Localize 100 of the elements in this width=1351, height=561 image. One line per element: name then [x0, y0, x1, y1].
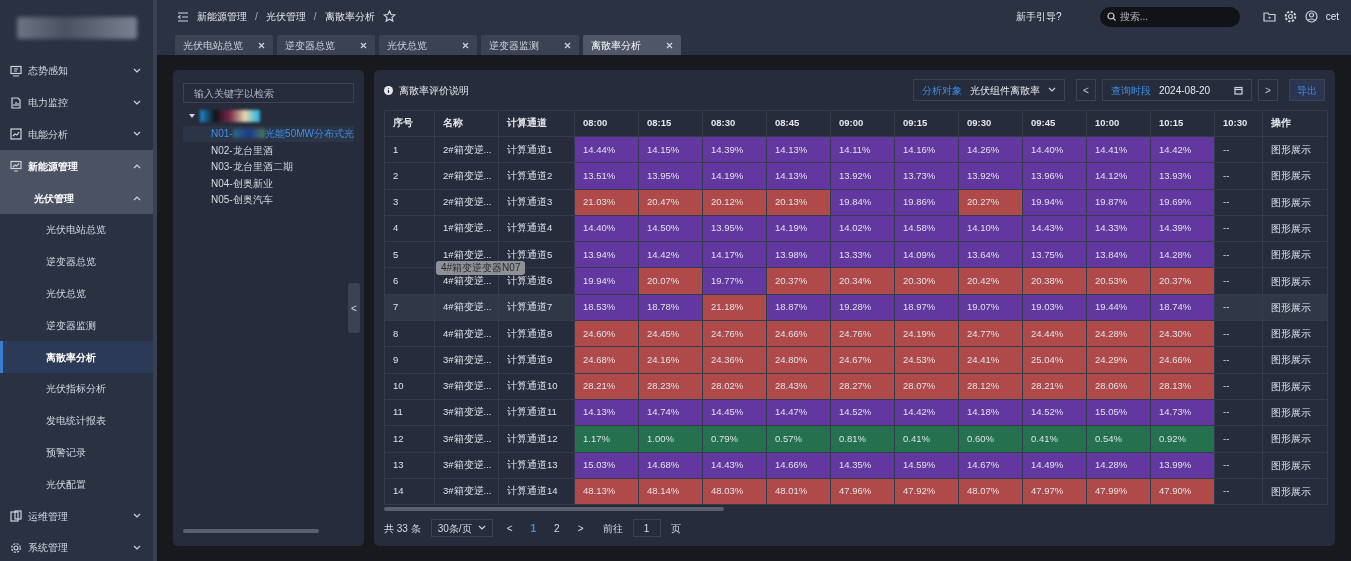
table-cell: 3 — [384, 189, 435, 216]
table-cell: 14.52% — [830, 399, 895, 426]
tree-node[interactable]: N05-创奥汽车 — [183, 191, 354, 208]
table-cell: 48.01% — [766, 478, 831, 505]
menu-icon[interactable] — [177, 11, 189, 22]
next-button[interactable]: > — [1258, 79, 1278, 101]
table-cell: 14.16% — [894, 136, 959, 163]
sidebar-item[interactable]: 新能源管理 — [0, 150, 153, 183]
page-size-select[interactable]: 30条/页 — [430, 519, 493, 538]
close-icon[interactable] — [666, 41, 673, 49]
table-cell: 18.74% — [1150, 294, 1215, 321]
collapse-handle[interactable]: < — [348, 283, 360, 333]
table-cell: 47.92% — [894, 478, 959, 505]
chevron-up-icon — [133, 195, 141, 202]
scrollbar[interactable] — [384, 507, 724, 512]
sidebar-item[interactable]: 系统管理 — [0, 531, 153, 561]
guide-link[interactable]: 新手引导? — [1016, 9, 1062, 24]
date-field[interactable]: 查询时段 2024-08-20 — [1102, 79, 1252, 101]
column-header: 操作 — [1262, 110, 1328, 137]
table-cell: 28.06% — [1086, 373, 1151, 400]
table-cell: 48.07% — [958, 478, 1023, 505]
sidebar-item[interactable]: 态势感知 — [0, 55, 153, 87]
next-page-button[interactable]: > — [573, 520, 588, 536]
tree-node[interactable]: N04-创奥新业 — [183, 175, 354, 192]
table-cell: 14.11% — [830, 136, 895, 163]
chevron-down-icon — [1048, 87, 1056, 93]
tree-node[interactable]: N01- 光能50MW分布式光 — [183, 125, 354, 142]
table-cell: 18.78% — [638, 294, 703, 321]
close-icon[interactable] — [462, 41, 469, 49]
page-input[interactable]: 1 — [632, 519, 661, 538]
tab[interactable]: 光伏总览 — [379, 35, 477, 55]
table-cell: 12 — [384, 425, 435, 453]
table-cell: -- — [1214, 399, 1263, 426]
table-cell: 3#箱变逆... — [434, 425, 499, 453]
export-button[interactable]: 导出 — [1289, 79, 1325, 101]
sidebar-item[interactable]: 运维管理 — [0, 500, 153, 532]
search-field[interactable]: 搜索... — [1099, 6, 1240, 27]
tree-node[interactable]: N02-龙台里酒 — [183, 142, 354, 159]
table-cell: -- — [1214, 425, 1263, 453]
close-icon[interactable] — [564, 41, 571, 49]
table-cell: 28.12% — [958, 373, 1023, 400]
table-cell: 2#箱变逆... — [434, 136, 499, 163]
table-cell: 计算通道4 — [498, 215, 575, 242]
star-icon[interactable] — [382, 10, 396, 23]
info-link[interactable]: 离散率评价说明 — [399, 82, 469, 98]
user-name: cet — [1325, 10, 1339, 24]
document-chart-icon — [10, 96, 22, 109]
table-cell: 14.40% — [1022, 136, 1087, 163]
table-cell: 21.18% — [702, 294, 767, 321]
tab[interactable]: 逆变器监测 — [481, 35, 579, 55]
table-cell: 计算通道3 — [498, 189, 575, 216]
table-cell: 19.07% — [958, 294, 1023, 321]
previous-page-button[interactable]: < — [502, 520, 517, 536]
user-icon[interactable] — [1304, 10, 1318, 23]
table-cell: 13.95% — [702, 215, 767, 242]
sidebar-item[interactable]: 电力监控 — [0, 86, 153, 119]
previous-button[interactable]: < — [1076, 79, 1096, 101]
settings-icon[interactable] — [1283, 10, 1297, 23]
table-cell: 2 — [384, 162, 435, 190]
close-icon[interactable] — [360, 41, 367, 49]
table-cell: 28.13% — [1150, 373, 1215, 400]
sidebar-item[interactable]: 离散率分析 — [0, 341, 153, 373]
table-cell: -- — [1214, 241, 1263, 268]
table-cell: 24.44% — [1022, 320, 1087, 347]
tab[interactable]: 离散率分析 — [583, 35, 681, 55]
page-button[interactable]: 2 — [550, 520, 564, 536]
table-cell: 14.45% — [702, 399, 767, 426]
table-cell: 3#箱变逆... — [434, 478, 499, 505]
table-cell: 24.28% — [1086, 320, 1151, 347]
sidebar-item[interactable]: 光伏管理 — [0, 182, 153, 214]
caret-down-icon[interactable] — [189, 112, 195, 119]
breadcrumb-item[interactable]: 光伏管理 — [265, 9, 306, 24]
column-header: 计算通道 — [498, 110, 575, 137]
table-cell: -- — [1214, 346, 1263, 374]
sidebar-item[interactable]: 电能分析 — [0, 118, 153, 151]
folder-icon[interactable] — [1262, 11, 1276, 22]
select-field[interactable]: 分析对象 光伏组件离散率 — [913, 79, 1065, 101]
tree-node[interactable]: N03-龙台里酒二期 — [183, 158, 354, 175]
close-icon[interactable] — [258, 41, 265, 49]
table-cell: 14.43% — [1022, 215, 1087, 242]
total-count: 共 33 条 — [384, 521, 421, 536]
table-cell: 14.67% — [958, 452, 1023, 479]
table-cell: 19.86% — [894, 189, 959, 216]
table-cell: 14.10% — [958, 215, 1023, 242]
table-cell: 6 — [384, 268, 435, 295]
table-cell: 14.17% — [702, 241, 767, 268]
scrollbar[interactable] — [183, 529, 319, 533]
device-icon — [10, 510, 22, 523]
tab[interactable]: 光伏电站总览 — [175, 35, 273, 55]
table-cell: 18.97% — [894, 294, 959, 321]
table-cell: 9 — [384, 346, 435, 374]
tab[interactable]: 逆变器总览 — [277, 35, 375, 55]
table-cell: 18.53% — [574, 294, 639, 321]
breadcrumb-item[interactable]: 新能源管理 — [197, 9, 247, 24]
page-button[interactable]: 1 — [526, 520, 541, 536]
search-field[interactable]: 输入关键字以检索 — [183, 83, 354, 103]
blurred-label — [200, 109, 260, 122]
table-cell: 14.15% — [638, 136, 703, 163]
table-cell: 14.47% — [766, 399, 831, 426]
table-cell: 计算通道8 — [498, 320, 575, 347]
